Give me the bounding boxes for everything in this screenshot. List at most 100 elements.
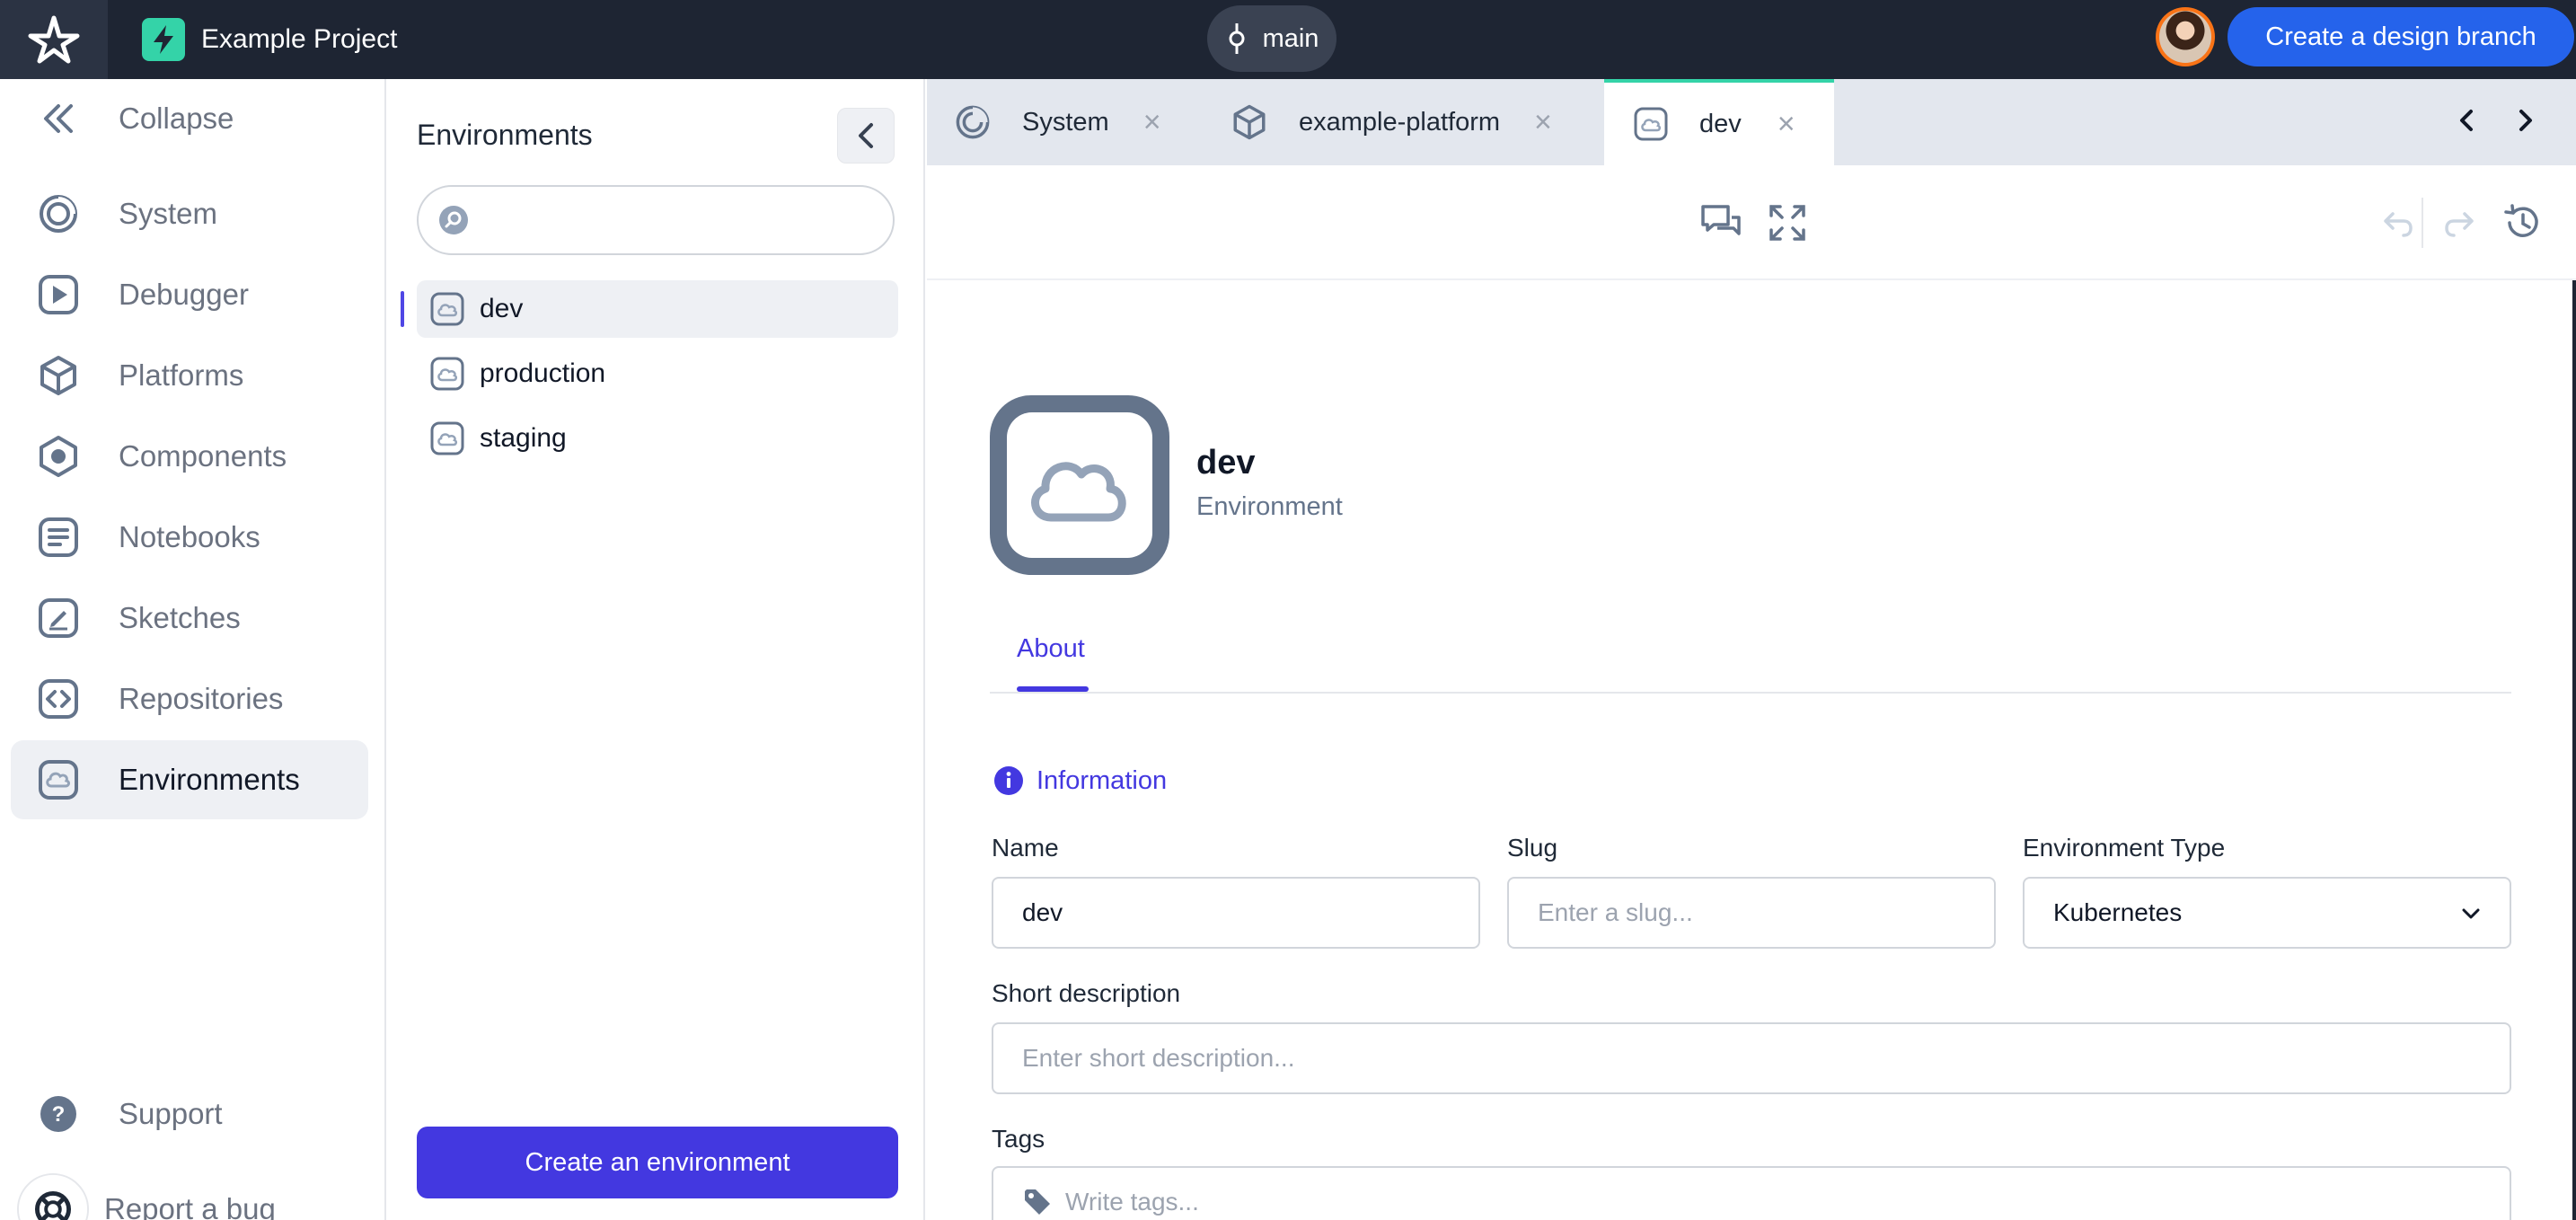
cloud-icon bbox=[1634, 107, 1668, 141]
star-logo-icon bbox=[28, 15, 80, 64]
close-icon[interactable]: × bbox=[1143, 105, 1161, 140]
collapse-button[interactable]: Collapse bbox=[11, 79, 368, 158]
cloud-icon bbox=[430, 357, 464, 391]
play-icon bbox=[39, 275, 78, 314]
create-environment-button[interactable]: Create an environment bbox=[417, 1127, 898, 1198]
name-field[interactable]: dev bbox=[992, 877, 1480, 949]
cloud-icon bbox=[430, 421, 464, 455]
name-label: Name bbox=[992, 834, 1059, 862]
sidebar-item-notebooks[interactable]: Notebooks bbox=[11, 498, 368, 577]
app-logo[interactable] bbox=[0, 0, 108, 79]
user-avatar[interactable] bbox=[2156, 7, 2215, 66]
search-icon bbox=[439, 206, 468, 234]
tabs-divider bbox=[990, 692, 2511, 694]
cloud-icon bbox=[39, 760, 78, 800]
toolbar-divider bbox=[2422, 198, 2423, 248]
environment-item-staging[interactable]: staging bbox=[417, 410, 898, 467]
branch-name: main bbox=[1262, 23, 1319, 53]
history-button[interactable] bbox=[2497, 198, 2547, 248]
short-description-field[interactable]: Enter short description... bbox=[992, 1022, 2511, 1094]
sidebar-item-label: Notebooks bbox=[119, 520, 260, 553]
close-icon[interactable]: × bbox=[1778, 107, 1795, 142]
sidebar-item-environments[interactable]: Environments bbox=[11, 740, 368, 819]
chevron-left-icon bbox=[2460, 110, 2473, 131]
entity-name: dev bbox=[1196, 444, 1256, 482]
tab-bar: System × example-platform × dev × bbox=[927, 79, 2576, 165]
tabs-next-button[interactable] bbox=[2513, 106, 2538, 139]
cloud-icon bbox=[430, 292, 464, 326]
entity-type: Environment bbox=[1196, 492, 1343, 521]
tab-dev[interactable]: dev × bbox=[1604, 79, 1834, 165]
chat-icon bbox=[1701, 205, 1741, 235]
sidebar-item-system[interactable]: System bbox=[11, 174, 368, 253]
redo-icon bbox=[2445, 212, 2474, 237]
project-name: Example Project bbox=[201, 24, 398, 54]
environment-label: production bbox=[480, 358, 606, 388]
tab-label: System bbox=[1022, 107, 1109, 137]
environment-type-select[interactable]: Kubernetes bbox=[2023, 877, 2511, 949]
sidebar-item-repositories[interactable]: Repositories bbox=[11, 659, 368, 738]
cube-icon bbox=[1233, 104, 1266, 140]
section-title: Information bbox=[1037, 765, 1168, 795]
fullscreen-button[interactable] bbox=[1762, 198, 1813, 248]
slug-field[interactable]: Enter a slug... bbox=[1507, 877, 1996, 949]
undo-button[interactable] bbox=[2373, 198, 2423, 248]
environment-hero-icon bbox=[990, 395, 1169, 575]
active-tab-indicator bbox=[1017, 686, 1089, 692]
sidebar-item-label: Sketches bbox=[119, 601, 241, 634]
info-icon bbox=[994, 766, 1023, 795]
environment-item-production[interactable]: production bbox=[417, 345, 898, 402]
sidebar-item-components[interactable]: Components bbox=[11, 417, 368, 496]
sketch-icon bbox=[39, 598, 78, 638]
system-icon bbox=[956, 105, 990, 139]
sidebar-item-sketches[interactable]: Sketches bbox=[11, 579, 368, 658]
name-value: dev bbox=[1022, 898, 1063, 926]
svg-text:?: ? bbox=[52, 1102, 66, 1127]
selection-marker bbox=[401, 291, 404, 327]
environment-label: staging bbox=[480, 423, 567, 453]
environment-search[interactable] bbox=[417, 185, 895, 255]
top-bar: Example Project main Create a design bra… bbox=[0, 0, 2576, 79]
search-input[interactable] bbox=[480, 206, 893, 234]
tag-icon bbox=[1025, 1189, 1050, 1215]
sidebar-item-label: Environments bbox=[119, 763, 300, 796]
project-switcher[interactable]: Example Project bbox=[142, 14, 397, 65]
bolt-icon bbox=[142, 18, 185, 61]
support-link[interactable]: ? Support bbox=[11, 1074, 368, 1154]
branch-selector[interactable]: main bbox=[1207, 5, 1337, 72]
tags-field[interactable]: Write tags... bbox=[992, 1166, 2511, 1220]
lifebuoy-icon bbox=[16, 1172, 90, 1220]
tab-example-platform[interactable]: example-platform × bbox=[1231, 79, 1590, 165]
history-icon bbox=[2504, 204, 2538, 237]
sidebar-item-platforms[interactable]: Platforms bbox=[11, 336, 368, 415]
chevron-right-icon bbox=[2519, 110, 2532, 131]
sidebar-item-label: Repositories bbox=[119, 682, 284, 715]
tab-system[interactable]: System × bbox=[954, 79, 1175, 165]
report-bug-link[interactable]: Report a bug bbox=[11, 1170, 368, 1220]
tabs-prev-button[interactable] bbox=[2454, 106, 2479, 139]
close-icon[interactable]: × bbox=[1534, 105, 1552, 140]
help-icon: ? bbox=[40, 1096, 76, 1132]
component-icon bbox=[40, 436, 77, 477]
create-design-branch-button[interactable]: Create a design branch bbox=[2228, 7, 2574, 66]
comments-button[interactable] bbox=[1696, 198, 1746, 248]
system-icon bbox=[40, 195, 77, 233]
cube-icon bbox=[40, 356, 76, 395]
code-icon bbox=[39, 679, 78, 719]
double-chevron-left-icon bbox=[44, 104, 73, 133]
redo-button[interactable] bbox=[2434, 198, 2484, 248]
collapse-label: Collapse bbox=[119, 102, 234, 135]
sidebar-item-label: System bbox=[119, 197, 218, 230]
short-description-label: Short description bbox=[992, 979, 1181, 1007]
sidebar-item-debugger[interactable]: Debugger bbox=[11, 255, 368, 334]
collapse-panel-button[interactable] bbox=[837, 108, 895, 164]
chevron-left-icon bbox=[859, 123, 873, 148]
sidebar-item-label: Platforms bbox=[119, 358, 244, 392]
undo-icon bbox=[2384, 212, 2413, 237]
environment-item-dev[interactable]: dev bbox=[417, 280, 898, 338]
tab-about[interactable]: About bbox=[1017, 634, 1085, 664]
environments-panel: Environments dev production staging Crea… bbox=[388, 79, 925, 1220]
tab-label: example-platform bbox=[1299, 107, 1501, 137]
content-scrollbar[interactable] bbox=[2572, 280, 2576, 1220]
git-commit-icon bbox=[1229, 23, 1245, 54]
